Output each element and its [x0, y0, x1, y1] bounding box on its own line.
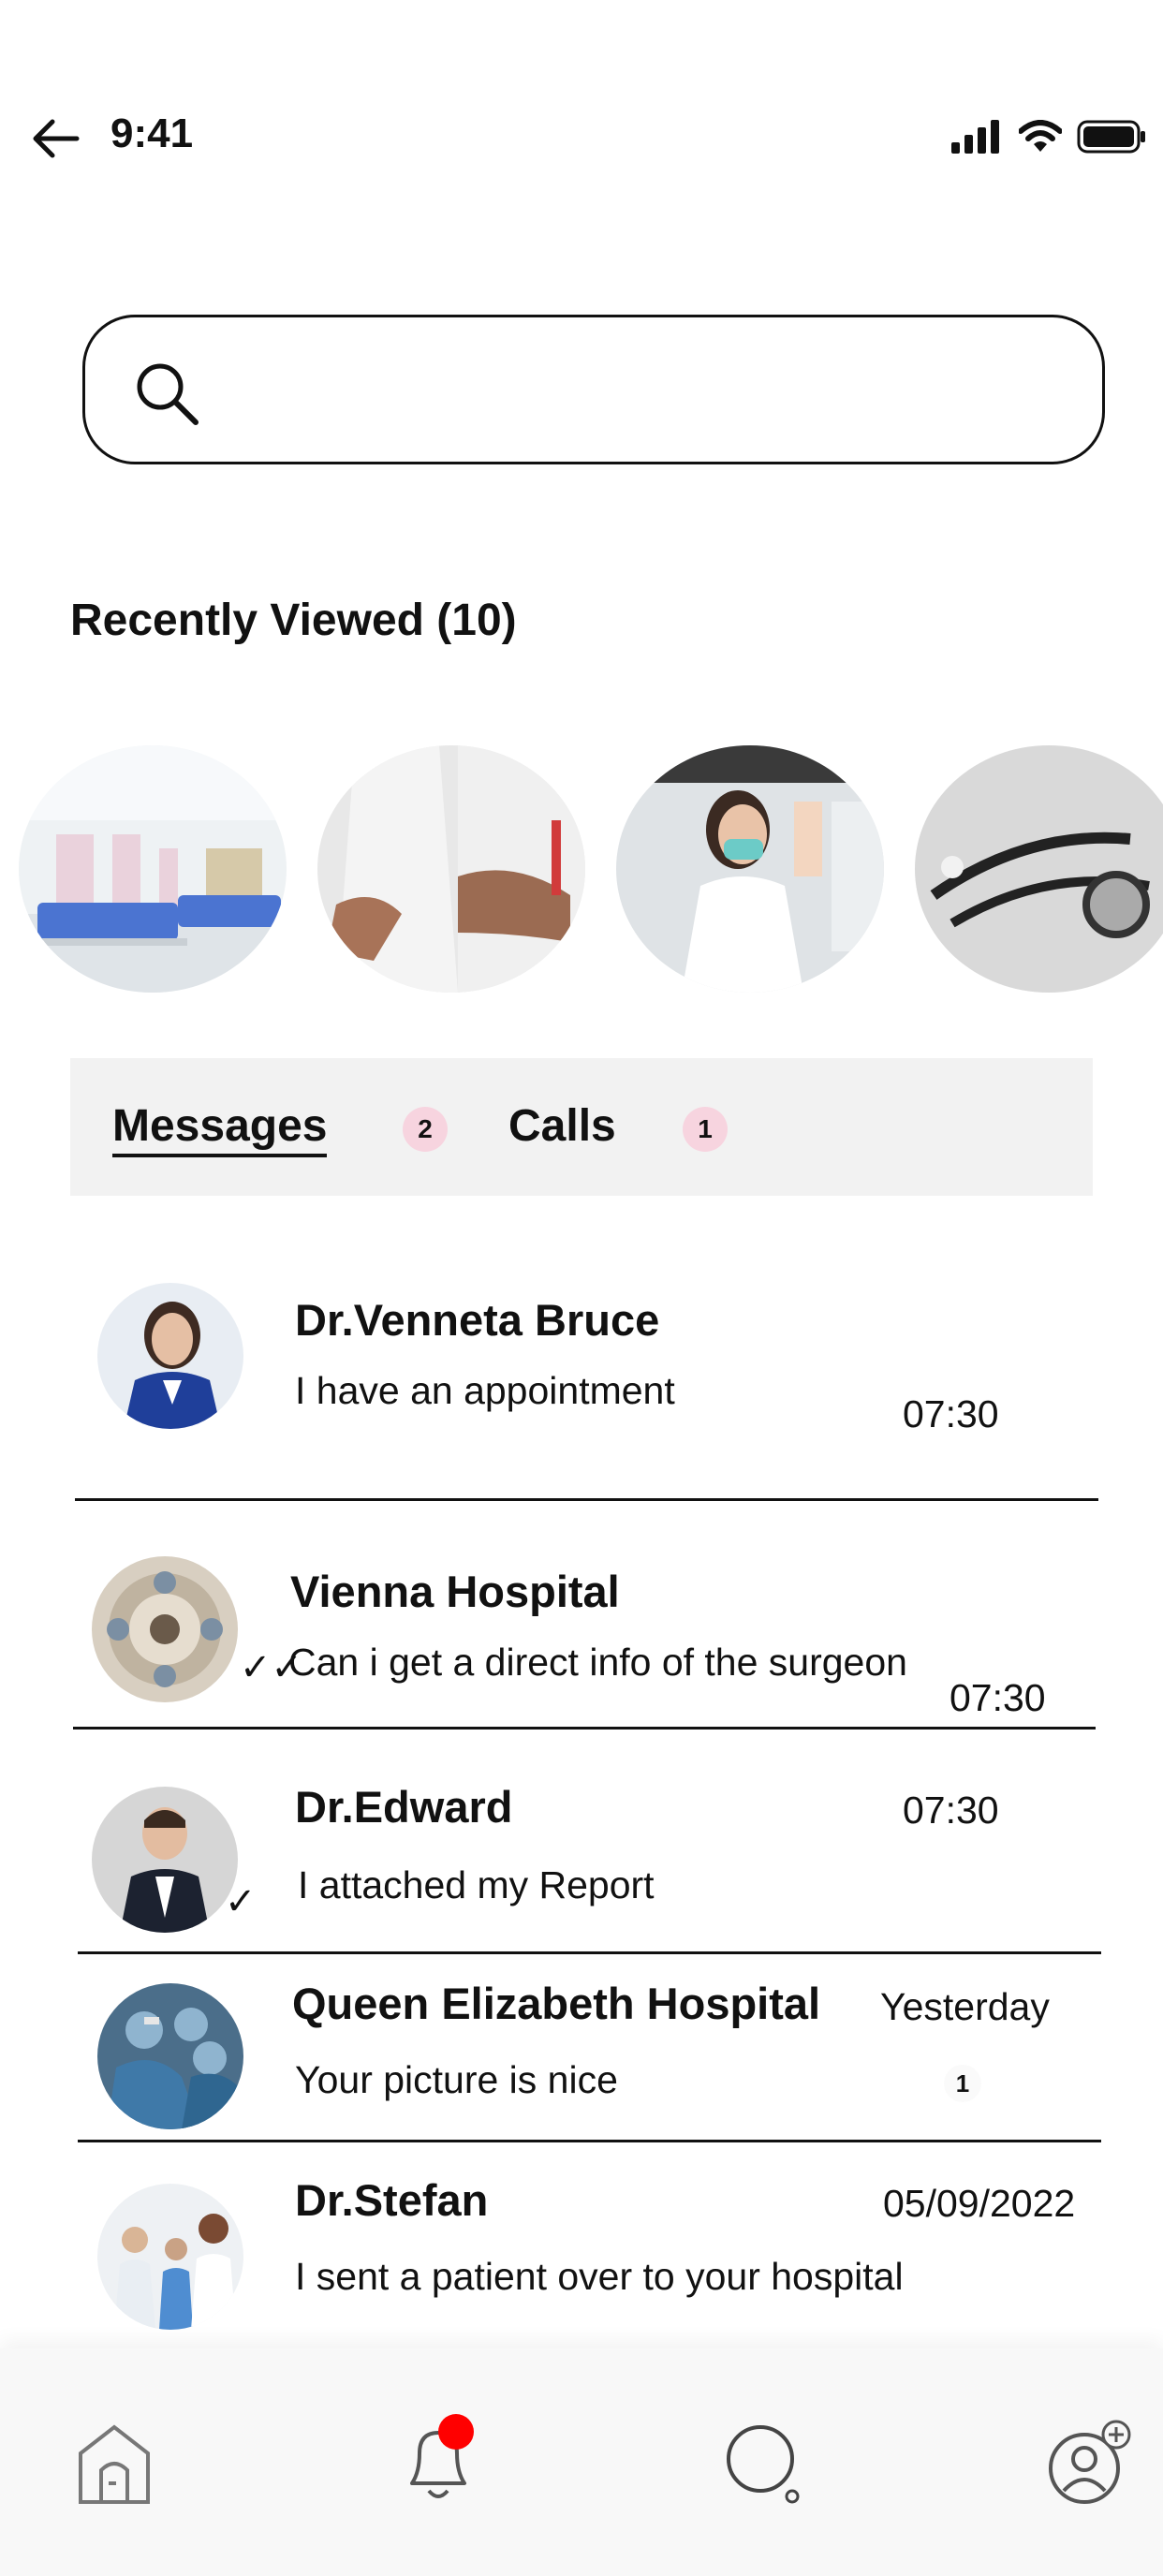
search-input[interactable]	[216, 353, 1063, 430]
wifi-icon	[1019, 120, 1062, 152]
chat-item-dr-edward[interactable]: ✓ Dr.Edward I attached my Report 07:30	[0, 1760, 1163, 1948]
chat-item-vienna-hospital[interactable]: ✓✓ Vienna Hospital Can i get a direct in…	[0, 1536, 1163, 1723]
recent-item-lab-researcher[interactable]	[616, 745, 884, 993]
chat-name: Queen Elizabeth Hospital	[292, 1979, 821, 2028]
calls-count-badge: 1	[683, 1107, 728, 1152]
check-icon: ✓	[225, 1881, 257, 1922]
notification-dot	[438, 2414, 474, 2450]
hospital-avatar-icon	[92, 1556, 238, 1702]
back-arrow-icon[interactable]	[32, 114, 81, 163]
recently-viewed-title: Recently Viewed (10)	[70, 596, 517, 645]
hospital-ward-photo-icon	[19, 745, 287, 993]
avatar	[92, 1787, 238, 1933]
avatar	[92, 1556, 238, 1702]
home-icon[interactable]	[67, 2416, 161, 2510]
chat-time: Yesterday	[880, 1985, 1050, 2028]
divider	[73, 1727, 1096, 1730]
tab-calls[interactable]: Calls	[508, 1100, 616, 1152]
chat-bubble-icon[interactable]	[717, 2416, 811, 2510]
chat-message: I sent a patient over to your hospital	[295, 2255, 904, 2298]
bottom-navigation	[0, 2348, 1163, 2576]
chat-item-venneta-bruce[interactable]: Dr.Venneta Bruce I have an appointment 0…	[0, 1273, 1163, 1498]
chat-message: Your picture is nice	[295, 2058, 618, 2101]
unread-badge: 1	[944, 2065, 981, 2102]
divider	[78, 2140, 1101, 2142]
avatar	[97, 1983, 243, 2129]
divider	[78, 1951, 1101, 1954]
chat-time: 05/09/2022	[883, 2182, 1076, 2225]
person-avatar-icon	[97, 1283, 243, 1429]
chat-name: Dr.Edward	[295, 1782, 513, 1832]
signal-icon	[951, 120, 999, 154]
battery-icon	[1077, 120, 1145, 154]
doctor-coat-photo-icon	[317, 745, 585, 993]
search-bar[interactable]	[82, 315, 1105, 464]
recent-item-doctor-coat[interactable]	[317, 745, 585, 993]
chat-time: 07:30	[903, 1788, 999, 1832]
chat-name: Vienna Hospital	[290, 1567, 620, 1616]
chat-message: I have an appointment	[295, 1369, 675, 1412]
recent-item-stethoscope[interactable]	[915, 745, 1163, 993]
recent-item-hospital-ward[interactable]	[19, 745, 287, 993]
avatar	[97, 1283, 243, 1429]
person-avatar-icon	[92, 1787, 238, 1933]
chat-message: I attached my Report	[298, 1863, 655, 1906]
stethoscope-photo-icon	[915, 745, 1163, 993]
messages-count-badge: 2	[403, 1107, 448, 1152]
search-icon	[137, 363, 199, 425]
chat-time: 07:30	[903, 1392, 999, 1435]
divider	[75, 1498, 1098, 1501]
tab-messages[interactable]: Messages	[112, 1100, 328, 1157]
status-icons	[951, 120, 1146, 154]
avatar	[97, 2184, 243, 2330]
lab-researcher-photo-icon	[616, 745, 884, 993]
chat-name: Dr.Stefan	[295, 2175, 489, 2225]
add-profile-icon[interactable]	[1041, 2416, 1135, 2510]
chat-message: Can i get a direct info of the surgeon	[288, 1641, 907, 1684]
chat-name: Dr.Venneta Bruce	[295, 1295, 660, 1345]
tab-bar: Messages 2 Calls 1	[70, 1058, 1093, 1196]
doctors-avatar-icon	[97, 2184, 243, 2330]
status-time: 9:41	[110, 110, 194, 156]
chat-item-dr-stefan[interactable]: Dr.Stefan I sent a patient over to your …	[0, 2163, 1163, 2341]
chat-time: 07:30	[950, 1676, 1046, 1719]
surgery-avatar-icon	[97, 1983, 243, 2129]
chat-item-queen-elizabeth-hospital[interactable]: Queen Elizabeth Hospital Your picture is…	[0, 1976, 1163, 2144]
